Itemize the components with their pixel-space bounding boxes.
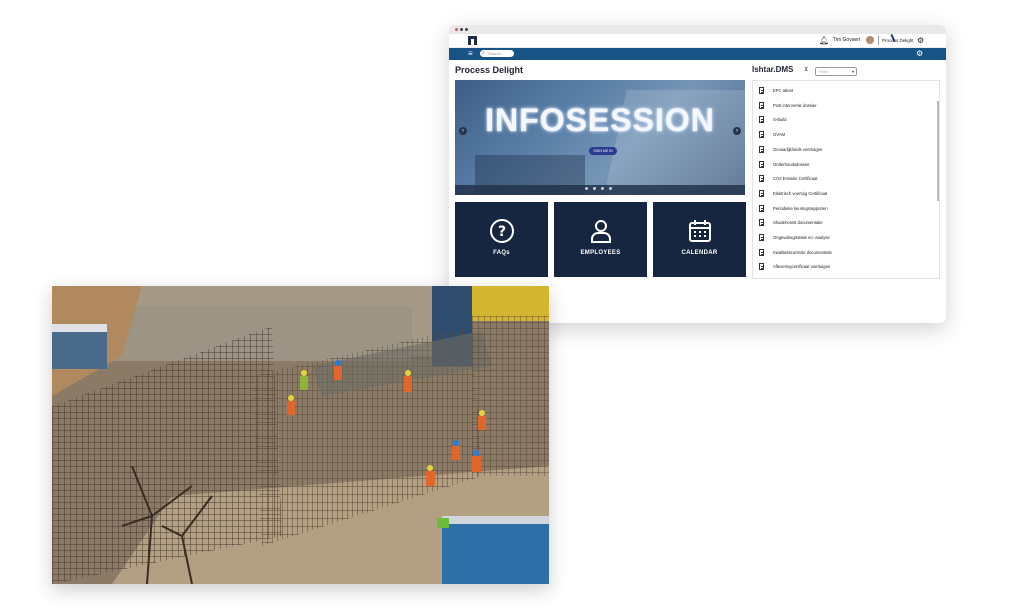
- nav-bar: ≡ ⌕ Search... ⚙: [449, 48, 946, 60]
- quick-link-tiles: ? FAQs EMPLOYEES CALENDAR: [455, 202, 746, 277]
- question-circle-icon: ?: [455, 218, 548, 249]
- svg-text:?: ?: [497, 224, 505, 240]
- document-label: OVAM: [773, 132, 786, 138]
- document-icon: [759, 160, 764, 168]
- document-list: EPC attest Post interventie dossier S-Bu…: [752, 80, 940, 279]
- main-content: Process Delight INFOSESSION SIGN ME IN ‹…: [449, 60, 946, 323]
- settings-gear-icon[interactable]: ⚙: [917, 36, 924, 45]
- document-label: CO2 Emissie Certificaat: [773, 176, 818, 182]
- chevron-down-icon: ▾: [851, 69, 854, 74]
- construction-scene: [52, 286, 549, 584]
- sign-in-button[interactable]: SIGN ME IN: [589, 147, 617, 155]
- tenant-name[interactable]: Process Delight: [882, 37, 914, 44]
- window-titlebar: [449, 25, 946, 34]
- document-label: Shadehonist documentatie: [773, 220, 823, 226]
- filter-select[interactable]: Filter ▾: [815, 67, 857, 76]
- calendar-icon: [653, 218, 746, 249]
- tile-label: FAQs: [493, 250, 510, 256]
- document-icon: [759, 145, 764, 153]
- document-label: Onderhoudsdossier: [773, 161, 810, 167]
- document-icon: [759, 87, 764, 94]
- document-label: Kwaliteitscontrole documentatie: [773, 249, 832, 255]
- search-input[interactable]: ⌕ Search...: [480, 50, 514, 57]
- document-icon: [759, 131, 764, 139]
- document-icon: [759, 204, 764, 212]
- document-label: Afleveringcertificaat voertuigen: [773, 264, 831, 270]
- carousel-indicators[interactable]: [585, 187, 612, 190]
- app-window: 🔔︎ Tim Govaert Process Delight ⚙ ≡ ⌕ Sea…: [449, 25, 946, 323]
- scrollbar[interactable]: [937, 101, 939, 201]
- bell-icon[interactable]: 🔔︎: [819, 36, 829, 45]
- document-icon: [759, 219, 764, 227]
- document-icon: [759, 248, 764, 256]
- tile-employees[interactable]: EMPLOYEES: [554, 202, 647, 277]
- construction-site-photo: [52, 286, 549, 584]
- top-bar: 🔔︎ Tim Govaert Process Delight ⚙: [449, 33, 946, 48]
- document-icon: [759, 175, 764, 183]
- page-title: Process Delight: [455, 65, 524, 75]
- document-label: Periodieke keuringsrapporten: [773, 205, 828, 211]
- search-placeholder: Search...: [488, 51, 505, 56]
- carousel-dot[interactable]: [609, 187, 612, 190]
- search-icon: ⌕: [482, 50, 485, 56]
- user-name[interactable]: Tim Govaert: [833, 37, 860, 44]
- hamburger-menu-icon[interactable]: ≡: [468, 50, 473, 58]
- document-label: Elektrisch voertuig Certificaat: [773, 190, 828, 196]
- person-icon: [554, 218, 647, 249]
- document-icon: [759, 263, 764, 271]
- carousel-dot[interactable]: [585, 187, 588, 190]
- document-label: Post interventie dossier: [773, 102, 817, 108]
- filter-placeholder: Filter: [819, 69, 828, 74]
- banner-carousel[interactable]: INFOSESSION SIGN ME IN ‹ ›: [455, 80, 745, 195]
- document-label: EPC attest: [773, 88, 794, 93]
- carousel-dot[interactable]: [601, 187, 604, 190]
- document-icon: [759, 116, 764, 124]
- document-icon: [759, 189, 764, 197]
- tile-calendar[interactable]: CALENDAR: [653, 202, 746, 277]
- document-label: Gevaarlijkheids voertuigen: [773, 146, 823, 152]
- app-logo[interactable]: [468, 36, 477, 45]
- window-controls[interactable]: [455, 28, 468, 31]
- filter-icon[interactable]: ⊻: [804, 66, 808, 74]
- document-label: S-Build: [773, 117, 787, 123]
- dms-title: Ishtar.DMS: [752, 65, 794, 74]
- carousel-dot[interactable]: [593, 187, 596, 190]
- document-icon: [759, 101, 764, 109]
- carousel-prev-icon[interactable]: ‹: [459, 127, 467, 135]
- tile-label: CALENDAR: [681, 250, 718, 256]
- avatar[interactable]: [866, 36, 874, 44]
- nav-settings-icon[interactable]: ⚙: [916, 49, 923, 58]
- document-icon: [759, 234, 764, 241]
- divider: [878, 36, 879, 45]
- banner-title: INFOSESSION: [485, 102, 715, 138]
- tile-faqs[interactable]: ? FAQs: [455, 202, 548, 277]
- carousel-next-icon[interactable]: ›: [733, 127, 741, 135]
- document-label: Ongevalregistratie en -analyse: [773, 235, 830, 240]
- tile-label: EMPLOYEES: [580, 250, 621, 256]
